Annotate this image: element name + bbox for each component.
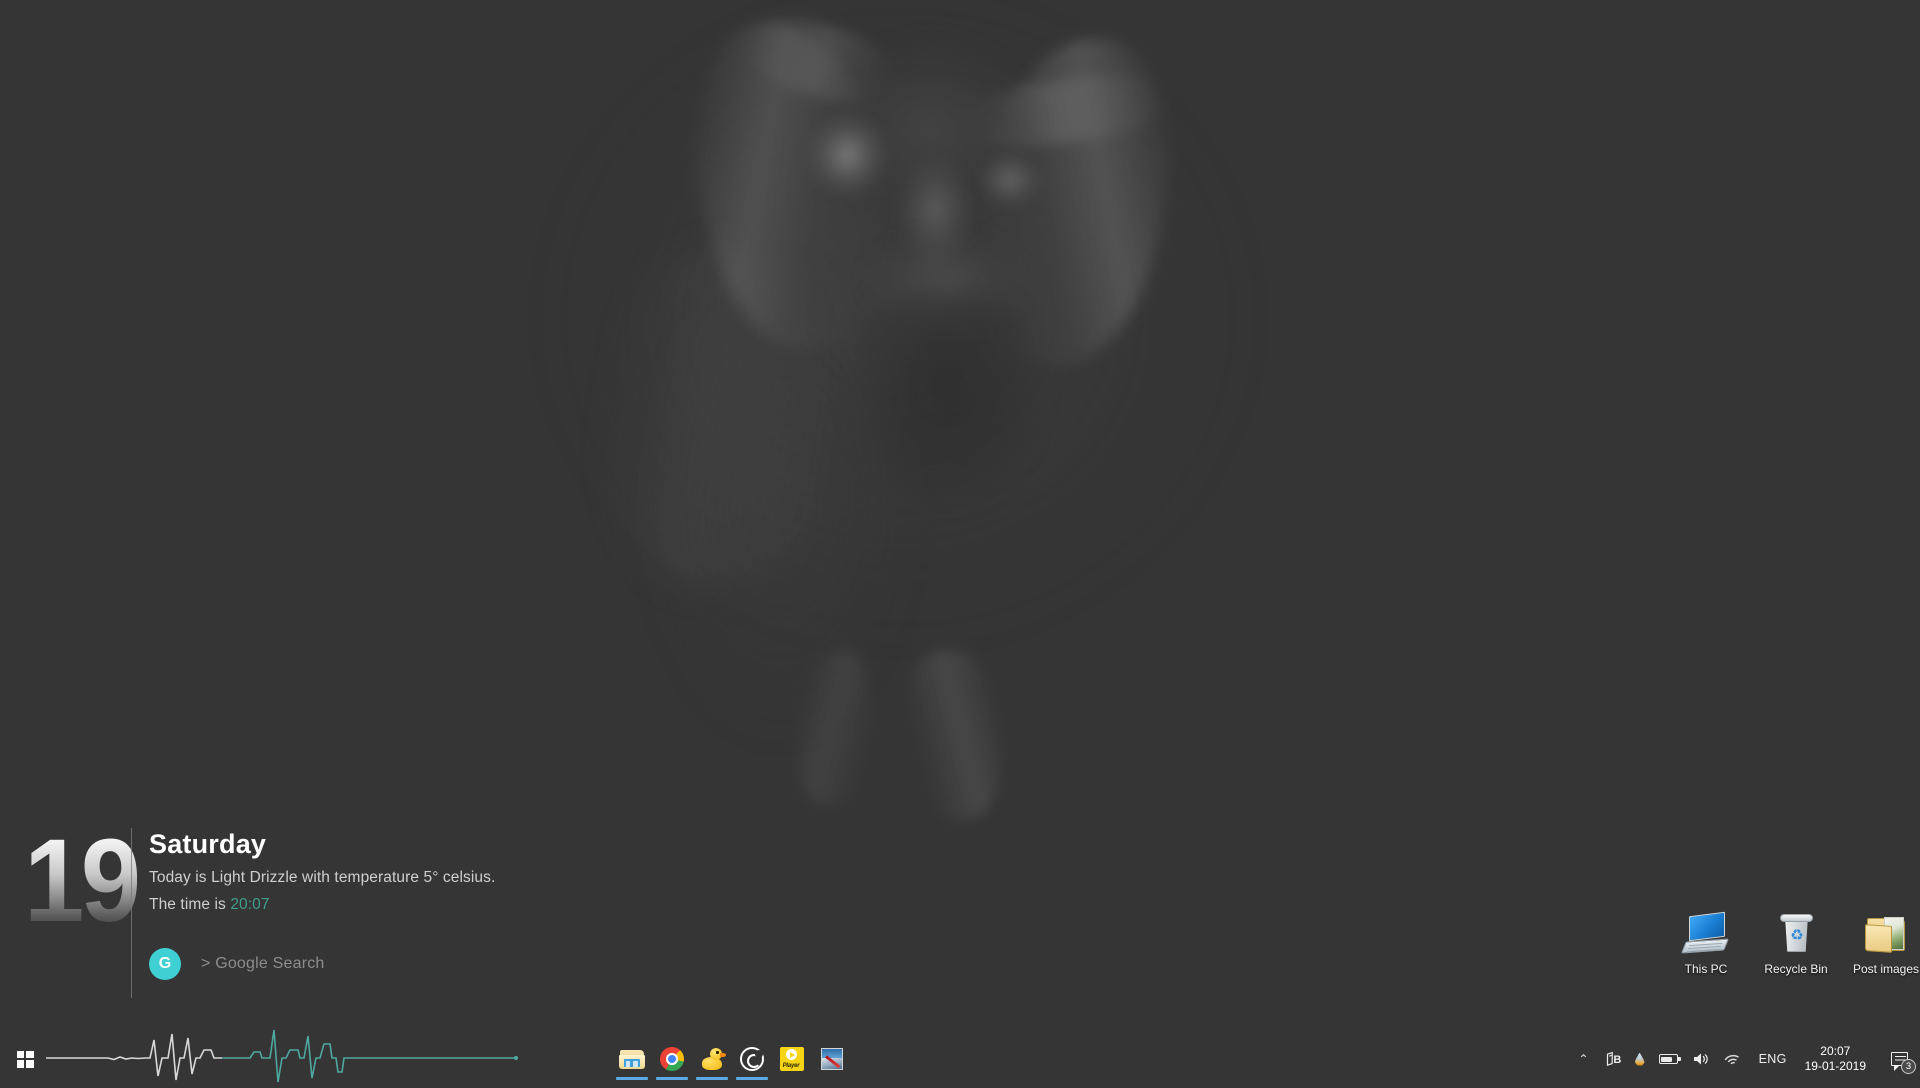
time-prefix: The time is xyxy=(149,896,230,913)
action-center-button[interactable]: 3 xyxy=(1878,1038,1920,1080)
desktop-icon-this-pc[interactable]: This PC xyxy=(1668,912,1744,977)
notification-badge: 3 xyxy=(1901,1059,1916,1074)
taskbar-item-duck[interactable] xyxy=(692,1038,732,1080)
taskbar[interactable]: Player ⌃ B xyxy=(0,1038,1920,1080)
folder-icon xyxy=(619,1046,645,1072)
widget-divider xyxy=(131,828,132,998)
taskbar-item-chrome[interactable] xyxy=(652,1038,692,1080)
language-indicator[interactable]: ENG xyxy=(1749,1038,1797,1080)
computer-icon xyxy=(1682,912,1730,958)
clock[interactable]: 20:07 19-01-2019 xyxy=(1797,1038,1878,1080)
date-weather-widget: 19 Saturday Today is Light Drizzle with … xyxy=(24,830,624,1010)
desktop-icon-group: This PC ♻ Recycle Bin Post images xyxy=(1668,912,1920,977)
search-input[interactable]: > Google Search xyxy=(201,955,325,973)
weather-line: Today is Light Drizzle with temperature … xyxy=(149,869,495,887)
google-icon[interactable]: G xyxy=(149,948,181,980)
bandizip-glyph: B xyxy=(1605,1051,1621,1067)
desktop-icon-recycle-bin[interactable]: ♻ Recycle Bin xyxy=(1758,912,1834,977)
desktop-icon-post-images[interactable]: Post images xyxy=(1848,912,1920,977)
folder-images-icon xyxy=(1862,912,1910,958)
system-tray: ⌃ B xyxy=(1570,1038,1920,1080)
player-icon: Player xyxy=(779,1046,805,1072)
battery-icon[interactable] xyxy=(1652,1038,1685,1080)
svg-text:B: B xyxy=(1613,1054,1621,1066)
desktop[interactable]: 19 Saturday Today is Light Drizzle with … xyxy=(0,0,1920,1080)
image-editor-icon xyxy=(819,1046,845,1072)
taskbar-app-list: Player xyxy=(612,1038,852,1080)
spiral-icon xyxy=(739,1046,765,1072)
waveform-end-dot xyxy=(514,1056,518,1060)
player-icon-label: Player xyxy=(779,1063,803,1069)
desktop-icon-label: Post images xyxy=(1853,963,1919,977)
recycle-bin-icon: ♻ xyxy=(1772,912,1820,958)
widget-body: Saturday Today is Light Drizzle with tem… xyxy=(149,830,495,980)
time-value: 20:07 xyxy=(230,896,269,913)
clock-time: 20:07 xyxy=(1820,1044,1850,1059)
bandizip-icon[interactable]: B xyxy=(1598,1038,1628,1080)
google-search-bar[interactable]: G > Google Search xyxy=(149,948,495,980)
flux-droplet-icon[interactable] xyxy=(1628,1038,1652,1080)
taskbar-item-media-player[interactable] xyxy=(732,1038,772,1080)
waveform-left-segment xyxy=(46,1034,222,1080)
day-number: 19 xyxy=(24,822,137,940)
clock-date: 19-01-2019 xyxy=(1805,1059,1866,1074)
desktop-icon-label: This PC xyxy=(1685,963,1728,977)
weekday-label: Saturday xyxy=(149,830,495,860)
wifi-icon[interactable] xyxy=(1717,1038,1749,1080)
desktop-icon-label: Recycle Bin xyxy=(1764,963,1827,977)
waveform-right-segment xyxy=(222,1030,516,1082)
volume-glyph xyxy=(1692,1051,1710,1067)
windows-logo-icon xyxy=(17,1051,34,1068)
chrome-icon xyxy=(659,1046,685,1072)
taskbar-item-player[interactable]: Player xyxy=(772,1038,812,1080)
start-button[interactable] xyxy=(8,1042,42,1076)
wifi-glyph xyxy=(1724,1052,1742,1067)
rubber-duck-icon xyxy=(699,1046,725,1072)
taskbar-item-image-editor[interactable] xyxy=(812,1038,852,1080)
volume-icon[interactable] xyxy=(1685,1038,1717,1080)
taskbar-item-file-explorer[interactable] xyxy=(612,1038,652,1080)
chevron-up-icon[interactable]: ⌃ xyxy=(1570,1038,1598,1080)
time-line: The time is 20:07 xyxy=(149,896,495,914)
